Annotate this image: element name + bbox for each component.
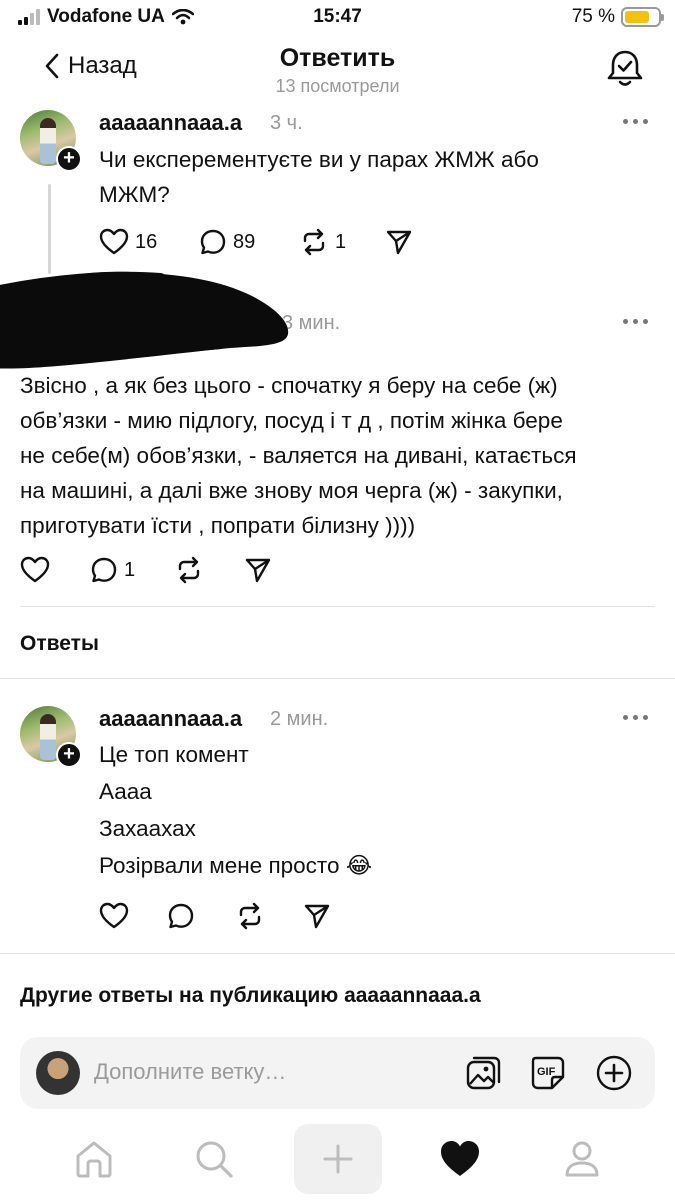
divider (0, 678, 675, 679)
original-post: + aaaaannaaa.a 3 ч. Чи експерементуєте в… (0, 104, 675, 274)
my-avatar (36, 1051, 80, 1095)
comment-count: 89 (233, 230, 256, 253)
plus-circle-icon (596, 1055, 632, 1091)
like-button[interactable]: 16 (99, 228, 199, 256)
bell-check-icon (607, 50, 643, 86)
divider (0, 953, 675, 954)
share-button[interactable] (244, 556, 272, 584)
tab-activity[interactable] (416, 1124, 504, 1194)
heart-icon (99, 902, 129, 929)
comment-icon (168, 903, 194, 929)
like-button[interactable] (99, 902, 167, 930)
post-actions: 16 89 1 (99, 228, 413, 256)
more-options-icon[interactable] (623, 318, 649, 326)
comment-button[interactable]: 89 (199, 228, 299, 256)
add-button[interactable] (594, 1053, 634, 1093)
repost-button[interactable]: 1 (299, 228, 385, 256)
tab-home[interactable] (50, 1124, 138, 1194)
answers-heading: Ответы (20, 632, 99, 655)
view-count: 13 посмотрели (275, 76, 400, 96)
tab-bar (0, 1120, 675, 1200)
answer-text: Це топ комент Аааа Захаахах Розірвали ме… (99, 742, 373, 878)
repost-button[interactable] (235, 902, 303, 930)
more-options-icon[interactable] (623, 714, 649, 722)
gallery-icon (466, 1056, 501, 1090)
post-text: Чи експерементуєте ви у парах ЖМЖ або МЖ… (99, 147, 539, 207)
battery-icon (621, 7, 664, 27)
notification-bell-button[interactable] (603, 46, 647, 90)
reply-composer[interactable]: Дополните ветку… GIF (20, 1037, 655, 1109)
divider (20, 606, 655, 607)
battery-fill (625, 11, 649, 23)
create-icon (323, 1144, 353, 1174)
gif-icon: GIF (531, 1056, 565, 1090)
heart-icon (99, 228, 129, 255)
svg-text:GIF: GIF (537, 1066, 556, 1078)
comment-button[interactable]: 1 (90, 556, 174, 584)
activity-heart-icon (441, 1141, 479, 1176)
send-icon (386, 230, 412, 255)
gif-button[interactable]: GIF (528, 1053, 568, 1093)
comment-icon (200, 229, 226, 255)
status-bar: Vodafone UA 15:47 75 % (0, 0, 675, 36)
comment-count: 1 (124, 558, 136, 581)
follow-plus-icon[interactable]: + (56, 742, 82, 768)
answer-actions (99, 902, 331, 930)
search-icon (196, 1141, 233, 1178)
post-username[interactable]: aaaaannaaa.a (99, 110, 242, 136)
home-icon (76, 1141, 112, 1178)
comment-button[interactable] (167, 902, 235, 930)
repost-icon (239, 902, 261, 930)
send-icon (304, 904, 330, 929)
status-right: 75 % (571, 6, 664, 28)
share-button[interactable] (303, 902, 331, 930)
comment-icon (91, 557, 117, 583)
profile-icon (565, 1141, 599, 1177)
post-time: 3 ч. (270, 112, 303, 134)
battery-percent: 75 % (571, 6, 615, 27)
share-button[interactable] (385, 228, 413, 256)
other-replies-heading: Другие ответы на публикацию aaaaannaaa.a (20, 984, 481, 1007)
repost-count: 1 (335, 230, 347, 253)
follow-plus-icon[interactable]: + (56, 146, 82, 172)
repost-button[interactable] (174, 556, 244, 584)
reply-actions: 1 (20, 556, 272, 584)
composer-placeholder[interactable]: Дополните ветку… (94, 1059, 286, 1085)
more-options-icon[interactable] (623, 118, 649, 126)
redaction-scribble (0, 271, 289, 369)
tab-create[interactable] (294, 1124, 382, 1194)
reply-text: Звісно , а як без цього - спочатку я бер… (20, 373, 577, 538)
answer-time: 2 мин. (270, 708, 329, 730)
repost-icon (178, 556, 200, 584)
gallery-button[interactable] (464, 1053, 504, 1093)
answer-post: + aaaaannaaa.a 2 мин. Це топ комент Аааа… (0, 700, 675, 940)
thread-line (48, 184, 51, 274)
like-button[interactable] (20, 556, 90, 584)
like-count: 16 (135, 230, 158, 253)
repost-icon (303, 228, 325, 256)
page-title: Ответить (279, 44, 396, 72)
heart-icon (20, 556, 50, 583)
tab-search[interactable] (170, 1124, 258, 1194)
tab-profile[interactable] (538, 1124, 626, 1194)
send-icon (245, 558, 271, 583)
answer-username[interactable]: aaaaannaaa.a (99, 706, 242, 732)
header: Назад Ответить 13 посмотрели (0, 36, 675, 104)
